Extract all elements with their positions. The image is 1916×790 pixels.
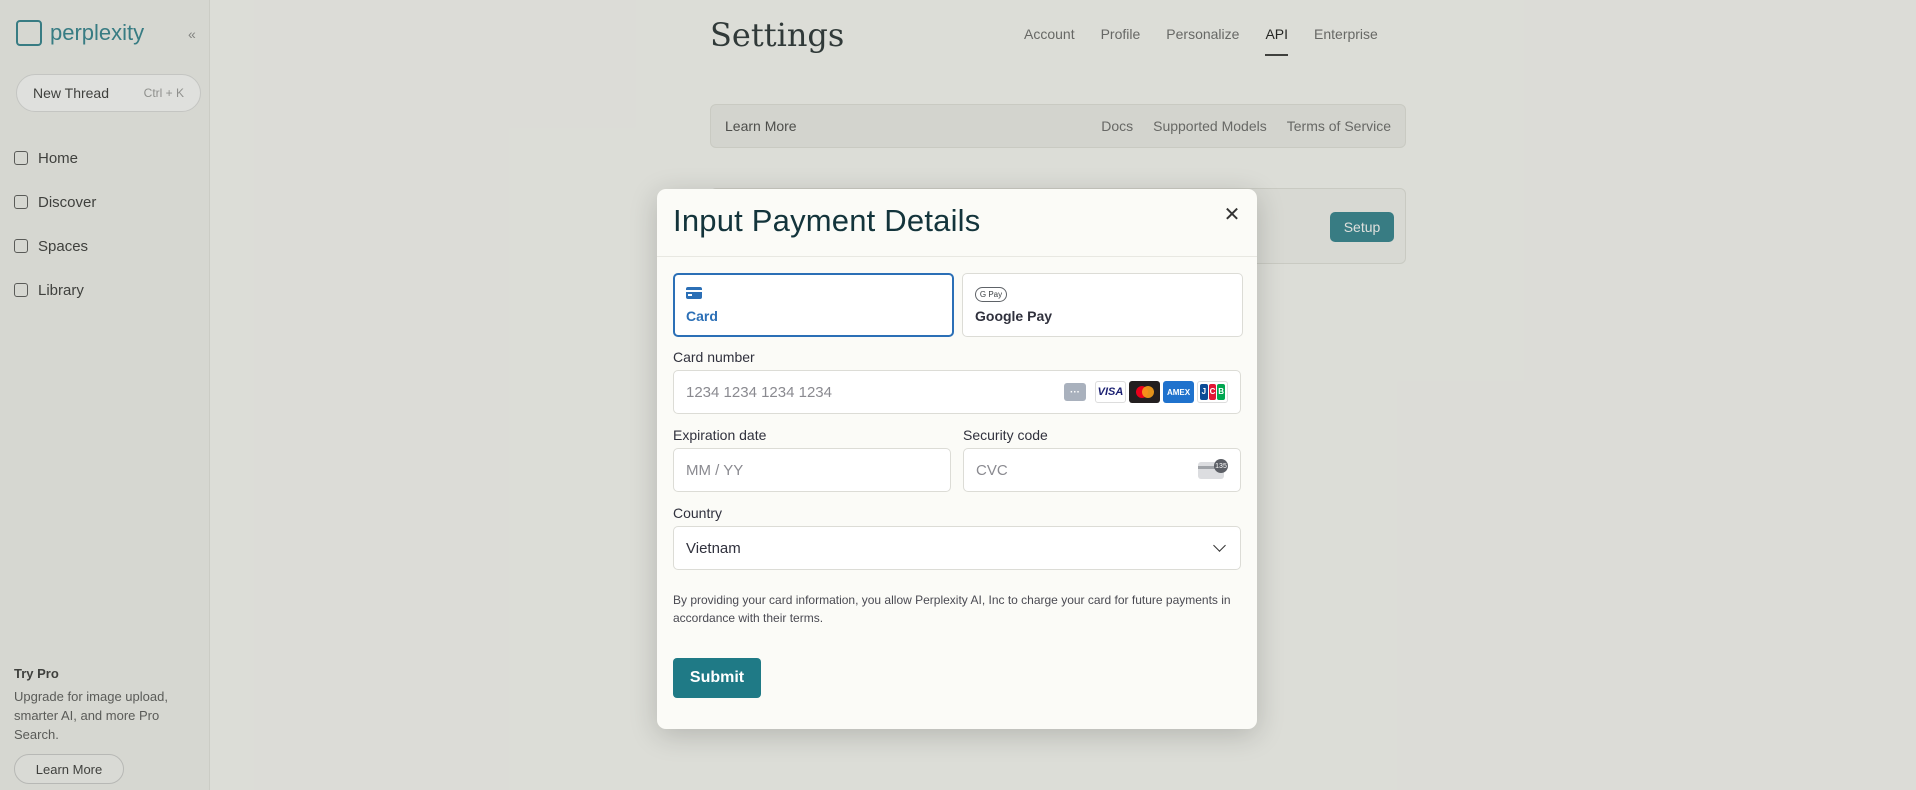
cvc-icon-text: 135 [1214, 459, 1228, 473]
security-code-placeholder: CVC [976, 461, 1008, 479]
expiration-placeholder: MM / YY [686, 461, 744, 479]
credit-card-icon [686, 287, 702, 299]
security-code-input[interactable]: CVC 135 [963, 448, 1241, 492]
submit-button[interactable]: Submit [673, 658, 761, 698]
chevron-down-icon [1213, 539, 1226, 552]
country-label: Country [673, 505, 723, 521]
cvc-icon: 135 [1198, 459, 1228, 481]
expiration-label: Expiration date [673, 427, 767, 443]
payment-method-tabs: Card G Pay Google Pay [673, 273, 1243, 337]
expiration-input[interactable]: MM / YY [673, 448, 951, 492]
security-code-label: Security code [963, 427, 1048, 443]
google-pay-icon: G Pay [975, 287, 1007, 302]
jcb-icon: JCB [1197, 381, 1228, 403]
visa-icon: VISA [1095, 381, 1126, 403]
card-number-input[interactable]: 1234 1234 1234 1234 ··· VISA AMEX JCB [673, 370, 1241, 414]
card-brands: ··· VISA AMEX JCB [1064, 381, 1228, 403]
tab-card-label: Card [686, 308, 718, 324]
generic-card-icon: ··· [1064, 383, 1086, 401]
country-select[interactable]: Vietnam [673, 526, 1241, 570]
modal-header: Input Payment Details ✕ [657, 189, 1257, 257]
mastercard-icon [1129, 381, 1160, 403]
tab-google-pay-label: Google Pay [975, 308, 1053, 324]
amex-icon: AMEX [1163, 381, 1194, 403]
legal-text: By providing your card information, you … [673, 593, 1231, 625]
tab-card[interactable]: Card [673, 273, 954, 337]
close-icon[interactable]: ✕ [1221, 203, 1243, 226]
country-value: Vietnam [686, 539, 741, 557]
card-number-placeholder: 1234 1234 1234 1234 [686, 383, 832, 401]
modal-title: Input Payment Details [673, 203, 981, 238]
tab-google-pay[interactable]: G Pay Google Pay [962, 273, 1243, 337]
payment-modal: Input Payment Details ✕ Card G Pay Googl… [657, 189, 1257, 729]
card-number-label: Card number [673, 349, 755, 365]
